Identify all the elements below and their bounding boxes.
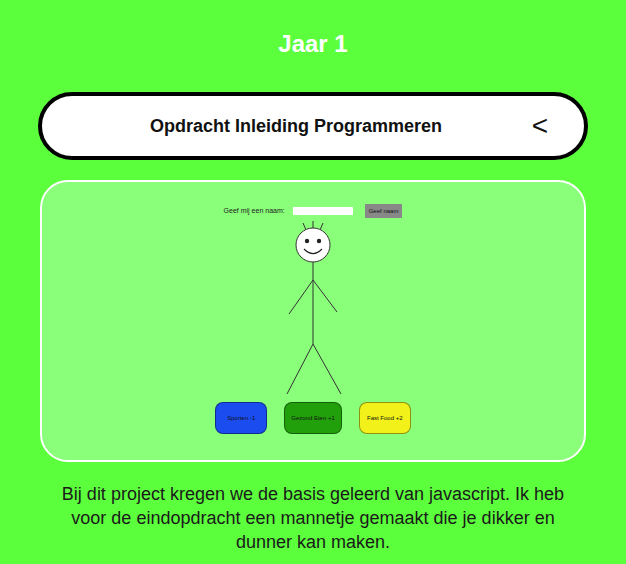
action-button[interactable]: Fast Food +2 [359, 402, 411, 434]
project-description: Bij dit project kregen we de basis gelee… [43, 482, 583, 554]
year-heading: Jaar 1 [278, 28, 347, 60]
name-label: Geef mij een naam: [224, 206, 285, 217]
name-row: Geef mij een naam: Geef naam [224, 204, 403, 218]
name-button[interactable]: Geef naam [365, 204, 403, 218]
page: Jaar 1 Opdracht Inleiding Programmeren < Ge… [0, 0, 626, 564]
action-buttons: Sporten -1 Gezond Eten +1 Fast Food +2 [215, 402, 411, 434]
collapse-toggle[interactable]: < [532, 112, 548, 140]
stick-figure-icon [263, 220, 363, 398]
project-title: Opdracht Inleiding Programmeren [150, 113, 442, 140]
action-button[interactable]: Sporten -1 [215, 402, 267, 434]
project-accordion[interactable]: Opdracht Inleiding Programmeren < [38, 92, 588, 160]
project-preview: Geef mij een naam: Geef naam Sporten -1 Gez… [40, 180, 586, 462]
name-input[interactable] [293, 207, 353, 215]
action-button[interactable]: Gezond Eten +1 [284, 402, 342, 434]
